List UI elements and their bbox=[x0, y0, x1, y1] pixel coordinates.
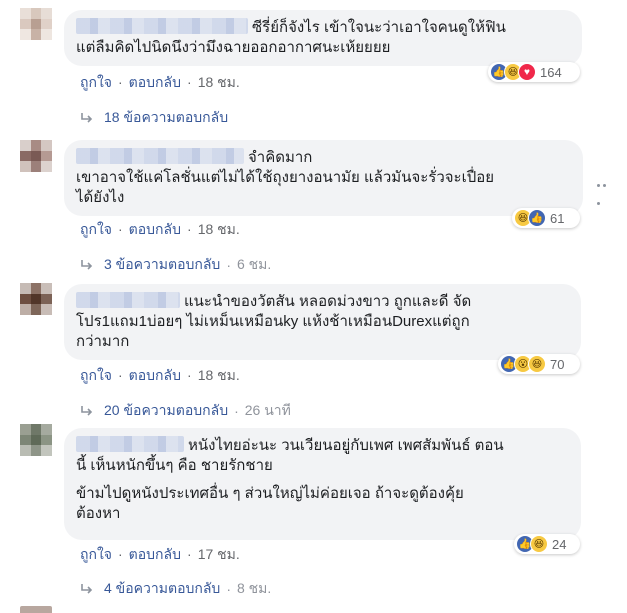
reply-arrow-icon bbox=[81, 406, 93, 416]
comment-bubble: แนะนำของวัตสัน หลอดม่วงขาว ถูกและดี จัด … bbox=[64, 284, 581, 360]
reply-arrow-icon bbox=[81, 584, 93, 594]
like-link[interactable]: ถูกใจ bbox=[80, 367, 112, 383]
reaction-count: 164 bbox=[540, 64, 562, 80]
comment-time[interactable]: 18 ชม. bbox=[198, 74, 240, 90]
comment-time[interactable]: 17 ชม. bbox=[198, 546, 240, 562]
reply-link[interactable]: ตอบกลับ bbox=[129, 367, 181, 383]
view-replies-link[interactable]: 18 ข้อความตอบกลับ bbox=[80, 107, 228, 129]
view-replies-link[interactable]: 4 ข้อความตอบกลับ · 8 ชม. bbox=[80, 578, 271, 600]
like-link[interactable]: ถูกใจ bbox=[80, 546, 112, 562]
comment-line: ซีรี่ย์ก็จังไร เข้าใจนะว่าเอาใจคนดูให้ฟิ… bbox=[76, 18, 570, 38]
haha-reaction-icon: 😆 bbox=[530, 535, 548, 553]
comment-line: ข้ามไปดูหนังประเทศอื่น ๆ ส่วนใหญ่ไม่ค่อย… bbox=[76, 485, 464, 502]
reactions-summary[interactable]: 😆 👍 61 bbox=[512, 208, 580, 228]
comment-line: จำคิดมาก bbox=[76, 148, 571, 168]
comment-line: เขาอาจใช้แค่โลชั่นแต่ไม่ได้ใช้ถุงยางอนาม… bbox=[76, 169, 495, 186]
reply-link[interactable]: ตอบกลับ bbox=[129, 221, 181, 237]
like-link[interactable]: ถูกใจ bbox=[80, 221, 112, 237]
comment-line: โปร1แถม1บ่อยๆ ไม่เหม็นเหมือนky แห้งช้าเห… bbox=[76, 313, 470, 330]
avatar[interactable] bbox=[20, 8, 52, 40]
like-reaction-icon: 👍 bbox=[528, 209, 546, 227]
reactions-summary[interactable]: 👍 😆 24 bbox=[514, 534, 580, 554]
reply-arrow-icon bbox=[81, 113, 93, 123]
redacted-username[interactable] bbox=[76, 148, 244, 164]
reaction-count: 24 bbox=[552, 536, 567, 552]
comment-time[interactable]: 18 ชม. bbox=[198, 367, 240, 383]
comment-actions: ถูกใจ · ตอบกลับ · 18 ชม. bbox=[80, 367, 240, 383]
comment-actions: ถูกใจ · ตอบกลับ · 18 ชม. bbox=[80, 74, 240, 90]
reply-link[interactable]: ตอบกลับ bbox=[129, 546, 181, 562]
avatar[interactable] bbox=[20, 140, 52, 172]
view-replies-link[interactable]: 20 ข้อความตอบกลับ · 26 นาที bbox=[80, 400, 291, 422]
reply-link[interactable]: ตอบกลับ bbox=[129, 74, 181, 90]
comment-actions: ถูกใจ · ตอบกลับ · 18 ชม. bbox=[80, 221, 240, 237]
comment-bubble: หนังไทยอ่ะนะ วนเวียนอยู่กับเพศ เพศสัมพัน… bbox=[64, 428, 581, 540]
comment-line: ต้องหา bbox=[76, 505, 121, 522]
reactions-summary[interactable]: 👍 😮 😆 70 bbox=[498, 354, 580, 374]
comment-line: หนังไทยอ่ะนะ วนเวียนอยู่กับเพศ เพศสัมพัน… bbox=[76, 436, 569, 456]
comment-line: นี้ เห็นหนักขึ้นๆ คือ ชายรักชาย bbox=[76, 457, 273, 474]
redacted-username[interactable] bbox=[76, 292, 180, 308]
haha-reaction-icon: 😆 bbox=[528, 355, 546, 373]
comment-line: แต่ลืมคิดไปนิดนึงว่ามึงฉายออกอากาศนะเห้ย… bbox=[76, 39, 391, 56]
avatar[interactable] bbox=[20, 424, 52, 456]
comment-line: กว่ามาก bbox=[76, 333, 130, 350]
love-reaction-icon: ♥ bbox=[518, 63, 536, 81]
reaction-count: 70 bbox=[550, 356, 565, 372]
replies-time: 8 ชม. bbox=[236, 580, 272, 596]
reaction-count: 61 bbox=[550, 210, 565, 226]
comment-bubble: ซีรี่ย์ก็จังไร เข้าใจนะว่าเอาใจคนดูให้ฟิ… bbox=[64, 10, 582, 66]
replies-time: 6 ชม. bbox=[236, 256, 272, 272]
next-comment-avatar[interactable] bbox=[20, 606, 52, 613]
more-options-icon[interactable] bbox=[597, 174, 613, 205]
reactions-summary[interactable]: 👍 😆 ♥ 164 bbox=[488, 62, 580, 82]
reply-arrow-icon bbox=[81, 260, 93, 270]
view-replies-link[interactable]: 3 ข้อความตอบกลับ · 6 ชม. bbox=[80, 254, 271, 276]
redacted-username[interactable] bbox=[76, 436, 184, 452]
avatar[interactable] bbox=[20, 283, 52, 315]
comment-bubble: จำคิดมาก เขาอาจใช้แค่โลชั่นแต่ไม่ได้ใช้ถ… bbox=[64, 140, 583, 216]
comment-line: ได้ยังไง bbox=[76, 189, 125, 206]
redacted-username[interactable] bbox=[76, 18, 248, 34]
comment-line: แนะนำของวัตสัน หลอดม่วงขาว ถูกและดี จัด bbox=[76, 292, 569, 312]
replies-time: 26 นาที bbox=[244, 402, 291, 418]
comment-time[interactable]: 18 ชม. bbox=[198, 221, 240, 237]
comment-actions: ถูกใจ · ตอบกลับ · 17 ชม. bbox=[80, 546, 240, 562]
like-link[interactable]: ถูกใจ bbox=[80, 74, 112, 90]
